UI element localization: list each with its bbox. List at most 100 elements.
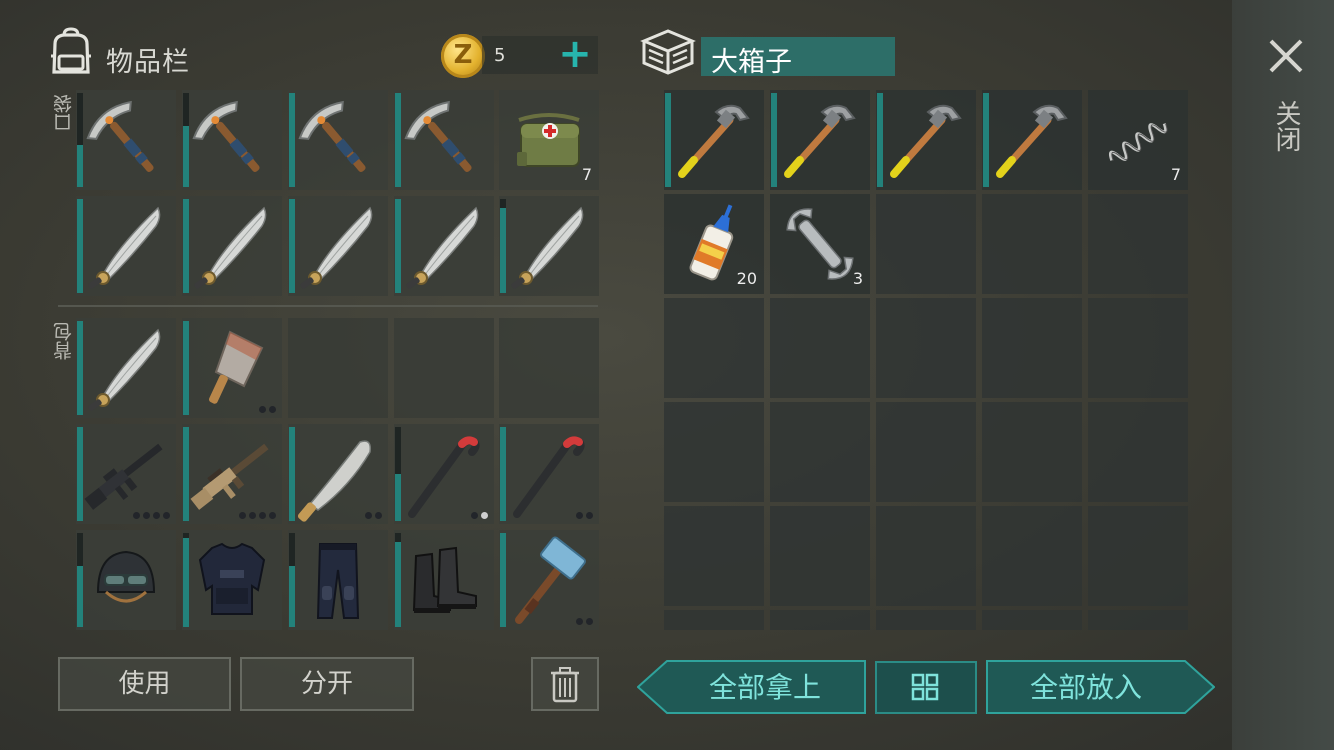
- inventory-slot[interactable]: 7: [1088, 90, 1188, 190]
- pickaxe-icon: [192, 100, 260, 172]
- container-title: 大箱子: [701, 37, 895, 78]
- empty-slot[interactable]: [876, 610, 976, 630]
- empty-slot[interactable]: [982, 610, 1082, 630]
- close-label[interactable]: 关闭: [1271, 100, 1301, 152]
- inventory-slot[interactable]: 7: [499, 90, 599, 190]
- empty-slot[interactable]: [876, 194, 976, 294]
- inventory-slot[interactable]: [394, 424, 494, 524]
- empty-slot[interactable]: [394, 318, 494, 418]
- ammo-dot: [239, 512, 246, 519]
- ammo-dot: [259, 406, 266, 413]
- inventory-slot[interactable]: [182, 530, 282, 630]
- empty-slot[interactable]: [982, 298, 1082, 398]
- inventory-slot[interactable]: [288, 196, 388, 296]
- empty-slot[interactable]: [664, 298, 764, 398]
- put-all-label: 全部放入: [1029, 671, 1142, 704]
- empty-slot[interactable]: [982, 194, 1082, 294]
- ammo-dots: [576, 512, 593, 519]
- ammo-dots: [365, 512, 382, 519]
- inventory-slot[interactable]: 3: [770, 194, 870, 294]
- ammo-dots: [576, 618, 593, 625]
- katana-icon: [88, 328, 161, 411]
- empty-slot[interactable]: [499, 318, 599, 418]
- inventory-slot[interactable]: [288, 530, 388, 630]
- inventory-slot[interactable]: [394, 530, 494, 630]
- put-all-button[interactable]: 全部放入: [986, 660, 1215, 714]
- ammo-dot: [471, 512, 478, 519]
- empty-slot[interactable]: [982, 506, 1082, 606]
- inventory-slot[interactable]: [394, 90, 494, 190]
- empty-slot[interactable]: [876, 506, 976, 606]
- inventory-slot[interactable]: [288, 424, 388, 524]
- inventory-slot[interactable]: [76, 196, 176, 296]
- empty-slot[interactable]: [664, 506, 764, 606]
- inventory-slot[interactable]: [76, 424, 176, 524]
- empty-slot[interactable]: [876, 298, 976, 398]
- split-button[interactable]: 分开: [240, 657, 414, 711]
- inventory-slot[interactable]: [76, 530, 176, 630]
- add-coins-button[interactable]: +: [558, 34, 592, 74]
- ammo-dot: [163, 512, 170, 519]
- cleaver-icon: [209, 330, 264, 404]
- boots-icon: [412, 546, 477, 613]
- inventory-slot[interactable]: [182, 424, 282, 524]
- ammo-dots: [471, 512, 488, 519]
- inventory-title: 物品栏: [106, 47, 190, 78]
- ammo-dot: [586, 512, 593, 519]
- trash-button[interactable]: [531, 657, 599, 711]
- empty-slot[interactable]: [1088, 402, 1188, 502]
- inventory-slot[interactable]: [876, 90, 976, 190]
- empty-slot[interactable]: [1088, 298, 1188, 398]
- empty-slot[interactable]: [1088, 506, 1188, 606]
- ammo-dot: [259, 512, 266, 519]
- take-all-label: 全部拿上: [708, 671, 821, 704]
- empty-slot[interactable]: [1088, 194, 1188, 294]
- inventory-slot[interactable]: [182, 196, 282, 296]
- katana-icon: [88, 206, 161, 289]
- scar-rifle-icon: [190, 443, 269, 510]
- inventory-slot[interactable]: [182, 90, 282, 190]
- empty-slot[interactable]: [288, 318, 388, 418]
- ammo-dot: [153, 512, 160, 519]
- empty-slot[interactable]: [770, 298, 870, 398]
- inventory-slot[interactable]: [76, 90, 176, 190]
- coin-symbol: Z: [453, 40, 473, 70]
- inventory-slot[interactable]: [182, 318, 282, 418]
- inventory-slot[interactable]: [394, 196, 494, 296]
- coin-icon: Z: [441, 34, 485, 78]
- inventory-slot[interactable]: [770, 90, 870, 190]
- inventory-slot[interactable]: [664, 90, 764, 190]
- ammo-dots: [239, 512, 276, 519]
- inventory-slot[interactable]: [499, 530, 599, 630]
- empty-slot[interactable]: [982, 402, 1082, 502]
- empty-slot[interactable]: [770, 610, 870, 630]
- close-icon[interactable]: [1266, 36, 1306, 76]
- pickaxe-icon: [298, 100, 366, 172]
- empty-slot[interactable]: [664, 402, 764, 502]
- ammo-dot: [576, 512, 583, 519]
- take-all-button[interactable]: 全部拿上: [637, 660, 866, 714]
- trash-icon: [551, 667, 579, 703]
- empty-slot[interactable]: [770, 402, 870, 502]
- pickaxe-icon: [86, 100, 154, 172]
- ammo-dots: [133, 512, 170, 519]
- divider: [58, 305, 598, 307]
- empty-slot[interactable]: [664, 610, 764, 630]
- hammer-icon: [678, 104, 750, 178]
- inventory-slot[interactable]: [499, 424, 599, 524]
- empty-slot[interactable]: [876, 402, 976, 502]
- use-button[interactable]: 使用: [58, 657, 231, 711]
- katana-icon: [300, 206, 373, 289]
- inventory-slot[interactable]: [982, 90, 1082, 190]
- empty-slot[interactable]: [770, 506, 870, 606]
- empty-slot[interactable]: [1088, 610, 1188, 630]
- police-pants-icon: [316, 543, 360, 619]
- item-quantity: 3: [852, 269, 863, 288]
- inventory-slot[interactable]: [288, 90, 388, 190]
- inventory-slot[interactable]: [76, 318, 176, 418]
- item-quantity: 7: [1170, 165, 1181, 184]
- pockets-label: 口袋: [53, 94, 75, 132]
- sort-grid-button[interactable]: [875, 661, 977, 714]
- inventory-slot[interactable]: [499, 196, 599, 296]
- inventory-slot[interactable]: 20: [664, 194, 764, 294]
